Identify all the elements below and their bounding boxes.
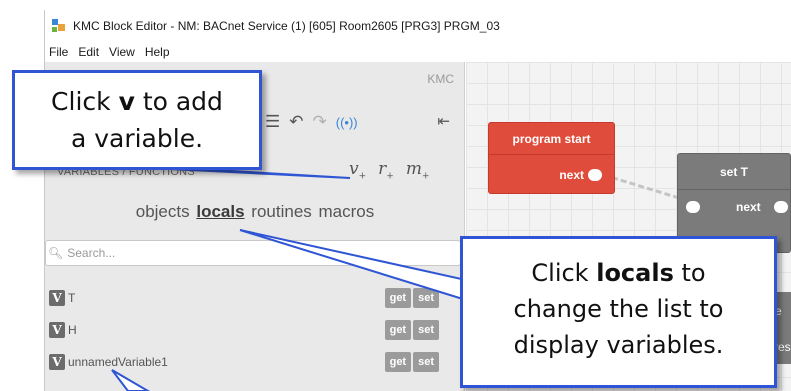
callout-line-1: Click locals to — [463, 255, 774, 291]
variable-name: H — [68, 323, 77, 337]
menu-view[interactable]: View — [104, 45, 140, 59]
list-icon[interactable]: ☰ — [265, 112, 280, 132]
add-macro-glyph: m — [405, 159, 422, 179]
window-title: KMC Block Editor - NM: BACnet Service (1… — [73, 19, 500, 33]
callout-text: Click — [531, 259, 597, 287]
add-variable-glyph: v — [349, 159, 359, 179]
search-icon: 🔍︎ — [48, 246, 64, 260]
collapse-panel-icon[interactable]: ⇤ — [437, 112, 450, 130]
callout-bold: locals — [596, 259, 674, 287]
callout-text: to add — [134, 87, 223, 116]
undo-icon[interactable]: ↶ — [289, 112, 303, 132]
toolbar: ☰ ↶ ↷ ((•)) — [265, 112, 358, 132]
previous-port[interactable] — [686, 201, 700, 213]
add-routine-button[interactable]: r+ — [378, 159, 394, 181]
program-start-block[interactable]: program start next — [488, 122, 615, 194]
set-button[interactable]: set — [413, 352, 439, 372]
brand-label: KMC — [427, 72, 454, 86]
broadcast-icon[interactable]: ((•)) — [336, 115, 358, 130]
menu-file[interactable]: File — [45, 45, 73, 59]
add-variable-callout: Click v to add a variable. — [12, 70, 262, 170]
callout-text: Click — [51, 87, 119, 116]
tab-routines[interactable]: routines — [251, 202, 311, 221]
callout-line-3: display variables. — [513, 331, 724, 359]
title-bar: KMC Block Editor - NM: BACnet Service (1… — [45, 10, 791, 42]
port-label: next — [736, 200, 761, 214]
next-port[interactable] — [774, 201, 788, 213]
menu-edit[interactable]: Edit — [73, 45, 104, 59]
variable-badge: V — [49, 322, 65, 338]
get-button[interactable]: get — [384, 288, 412, 308]
callout-bold: v — [118, 87, 135, 116]
tab-locals[interactable]: locals — [196, 202, 244, 221]
next-port[interactable] — [588, 169, 602, 181]
set-button[interactable]: set — [413, 288, 439, 308]
callout-line-2: change the list to — [513, 295, 724, 323]
callout-line-2: a variable. — [70, 124, 204, 153]
get-button[interactable]: get — [384, 352, 412, 372]
list-item[interactable]: V T get set — [49, 288, 439, 308]
add-variable-button[interactable]: v+ — [349, 159, 366, 181]
add-routine-plus: + — [386, 171, 394, 182]
library-tabs: objects locals routines macros — [45, 202, 465, 222]
variable-name: T — [68, 291, 76, 305]
add-macro-plus: + — [421, 171, 430, 182]
redo-icon[interactable]: ↷ — [313, 112, 327, 132]
search-input[interactable] — [67, 246, 448, 260]
locals-callout: Click locals to change the list to displ… — [460, 236, 777, 388]
callout-text: to — [673, 259, 706, 287]
variable-badge: V — [49, 354, 65, 370]
menu-help[interactable]: Help — [140, 45, 175, 59]
get-button[interactable]: get — [384, 320, 412, 340]
kmc-app-icon — [52, 19, 66, 33]
callout-line-1: Click v to add — [15, 83, 259, 120]
tab-macros[interactable]: macros — [319, 202, 375, 221]
menu-bar: File Edit View Help — [45, 42, 791, 62]
variable-badge: V — [49, 290, 65, 306]
block-title: set T — [678, 154, 790, 190]
port-label: next — [559, 168, 584, 182]
tab-objects[interactable]: objects — [136, 202, 190, 221]
variable-name: unnamedVariable1 — [68, 355, 168, 369]
search-box: 🔍︎ — [45, 240, 461, 266]
block-title: program start — [489, 123, 614, 155]
add-macro-button[interactable]: m+ — [406, 159, 430, 181]
set-button[interactable]: set — [413, 320, 439, 340]
add-buttons: v+ r+ m+ — [349, 159, 430, 181]
list-item[interactable]: V H get set — [49, 320, 439, 340]
list-item[interactable]: V unnamedVariable1 get set — [49, 352, 439, 372]
add-variable-plus: + — [358, 171, 367, 182]
